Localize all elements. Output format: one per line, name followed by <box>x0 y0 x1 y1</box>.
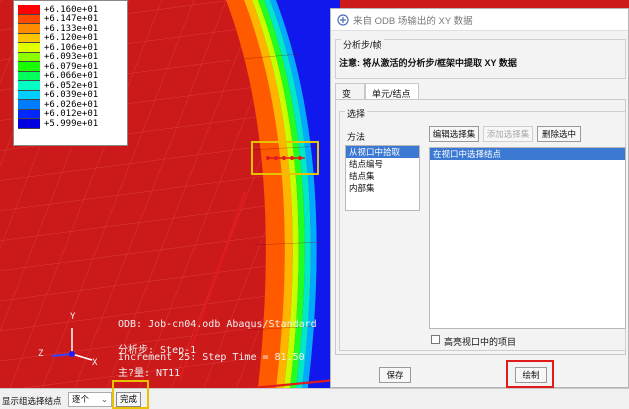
selection-label: 选择 <box>345 107 368 120</box>
legend-row: +6.120e+01 <box>18 33 123 44</box>
legend-swatch <box>18 24 40 34</box>
legend-row: +6.133e+01 <box>18 24 123 34</box>
note-label: 注意: 将从激活的分析步/框架中提取 XY 数据 <box>339 58 517 68</box>
legend-label: +6.012e+01 <box>44 109 99 120</box>
legend-label: +6.160e+01 <box>44 4 99 15</box>
legend-row: +6.026e+01 <box>18 100 123 110</box>
legend-row: +6.079e+01 <box>18 62 123 72</box>
legend-swatch <box>18 62 40 72</box>
legend-row: +6.052e+01 <box>18 81 123 91</box>
dialog-app-icon <box>337 13 349 26</box>
dialog-title: 来自 ODB 场输出的 XY 数据 <box>353 15 473 27</box>
legend-row: +6.093e+01 <box>18 52 123 63</box>
step-frame-label: 分析步/帧 <box>341 38 384 51</box>
legend-swatch <box>18 90 40 100</box>
triad-z-label: Z <box>38 349 44 359</box>
selection-mode-select[interactable]: 逐个 ⌄ <box>68 392 112 407</box>
legend-label: +6.039e+01 <box>44 90 99 101</box>
legend-swatch <box>18 5 40 15</box>
legend-swatch <box>18 109 40 119</box>
xy-data-dialog: 来自 ODB 场输出的 XY 数据 分析步/帧 注意: 将从激活的分析步/框架中… <box>330 8 629 388</box>
legend-label: +6.147e+01 <box>44 14 99 25</box>
legend-swatch <box>18 71 40 81</box>
legend-swatch <box>18 14 40 24</box>
triad-x-label: X <box>92 358 98 368</box>
legend-label: +6.133e+01 <box>44 23 99 34</box>
increment-info: Increment 25: Step Time = 81.50 <box>118 352 305 363</box>
method-label: 方法 <box>347 132 366 142</box>
legend-label: +6.026e+01 <box>44 99 99 110</box>
edit-selection-button[interactable]: 编辑选择集 <box>429 126 479 142</box>
method-item-internal-sets[interactable]: 内部集 <box>346 182 419 194</box>
legend-swatch <box>18 81 40 91</box>
legend-swatch <box>18 100 40 110</box>
legend-row: +5.999e+01 <box>18 119 123 129</box>
legend-swatch <box>18 52 40 62</box>
legend-row: +6.147e+01 <box>18 14 123 25</box>
odb-info: ODB: Job-cn04.odb Abaqus/Standard <box>118 319 317 330</box>
highlight-items-checkbox[interactable] <box>431 335 440 344</box>
legend-label: +6.079e+01 <box>44 61 99 72</box>
legend-row: +6.106e+01 <box>18 43 123 53</box>
delete-selection-button[interactable]: 删除选中 <box>537 126 581 142</box>
legend-row: +6.066e+01 <box>18 71 123 82</box>
legend-label: +6.106e+01 <box>44 42 99 53</box>
method-list: 从视口中拾取 结点编号 结点集 内部集 <box>345 145 420 211</box>
dialog-titlebar[interactable]: 来自 ODB 场输出的 XY 数据 <box>331 9 628 31</box>
legend-row: +6.039e+01 <box>18 90 123 101</box>
legend-label: +6.120e+01 <box>44 33 99 44</box>
prompt-bar: 显示组选择结点 逐个 ⌄ 完成 <box>0 388 629 409</box>
done-button[interactable]: 完成 <box>116 392 142 407</box>
legend-row: +6.012e+01 <box>18 109 123 120</box>
tab-variables[interactable]: 变量 <box>335 83 365 112</box>
variable-info: 主?量: NT11 <box>118 368 181 379</box>
method-item-pick-viewport[interactable]: 从视口中拾取 <box>346 146 419 158</box>
legend-swatch <box>18 119 40 129</box>
selection-list[interactable]: 在视口中选择结点 <box>429 147 626 329</box>
plot-button[interactable]: 绘制 <box>515 367 547 383</box>
legend-swatch <box>18 33 40 43</box>
triad-y-label: Y <box>70 312 76 322</box>
highlight-items-label: 高亮视口中的项目 <box>444 337 517 347</box>
legend-swatch <box>18 43 40 53</box>
method-item-node-labels[interactable]: 结点编号 <box>346 158 419 170</box>
legend-label: +6.066e+01 <box>44 71 99 82</box>
chevron-down-icon: ⌄ <box>100 394 108 404</box>
tab-elements-nodes[interactable]: 单元/结点 <box>365 83 419 100</box>
contour-legend: +6.160e+01 +6.147e+01 +6.133e+01 +6.120e+01… <box>13 0 128 146</box>
selection-item-viewport-nodes[interactable]: 在视口中选择结点 <box>430 148 625 160</box>
method-item-node-sets[interactable]: 结点集 <box>346 170 419 182</box>
prompt-label: 显示组选择结点 <box>2 396 62 406</box>
save-button[interactable]: 保存 <box>379 367 411 383</box>
add-selection-button[interactable]: 添加选择集 <box>483 126 533 142</box>
selection-mode-value: 逐个 <box>72 394 90 404</box>
legend-label: +6.093e+01 <box>44 52 99 63</box>
legend-row: +6.160e+01 <box>18 5 123 15</box>
legend-label: +5.999e+01 <box>44 118 99 129</box>
legend-label: +6.052e+01 <box>44 80 99 91</box>
